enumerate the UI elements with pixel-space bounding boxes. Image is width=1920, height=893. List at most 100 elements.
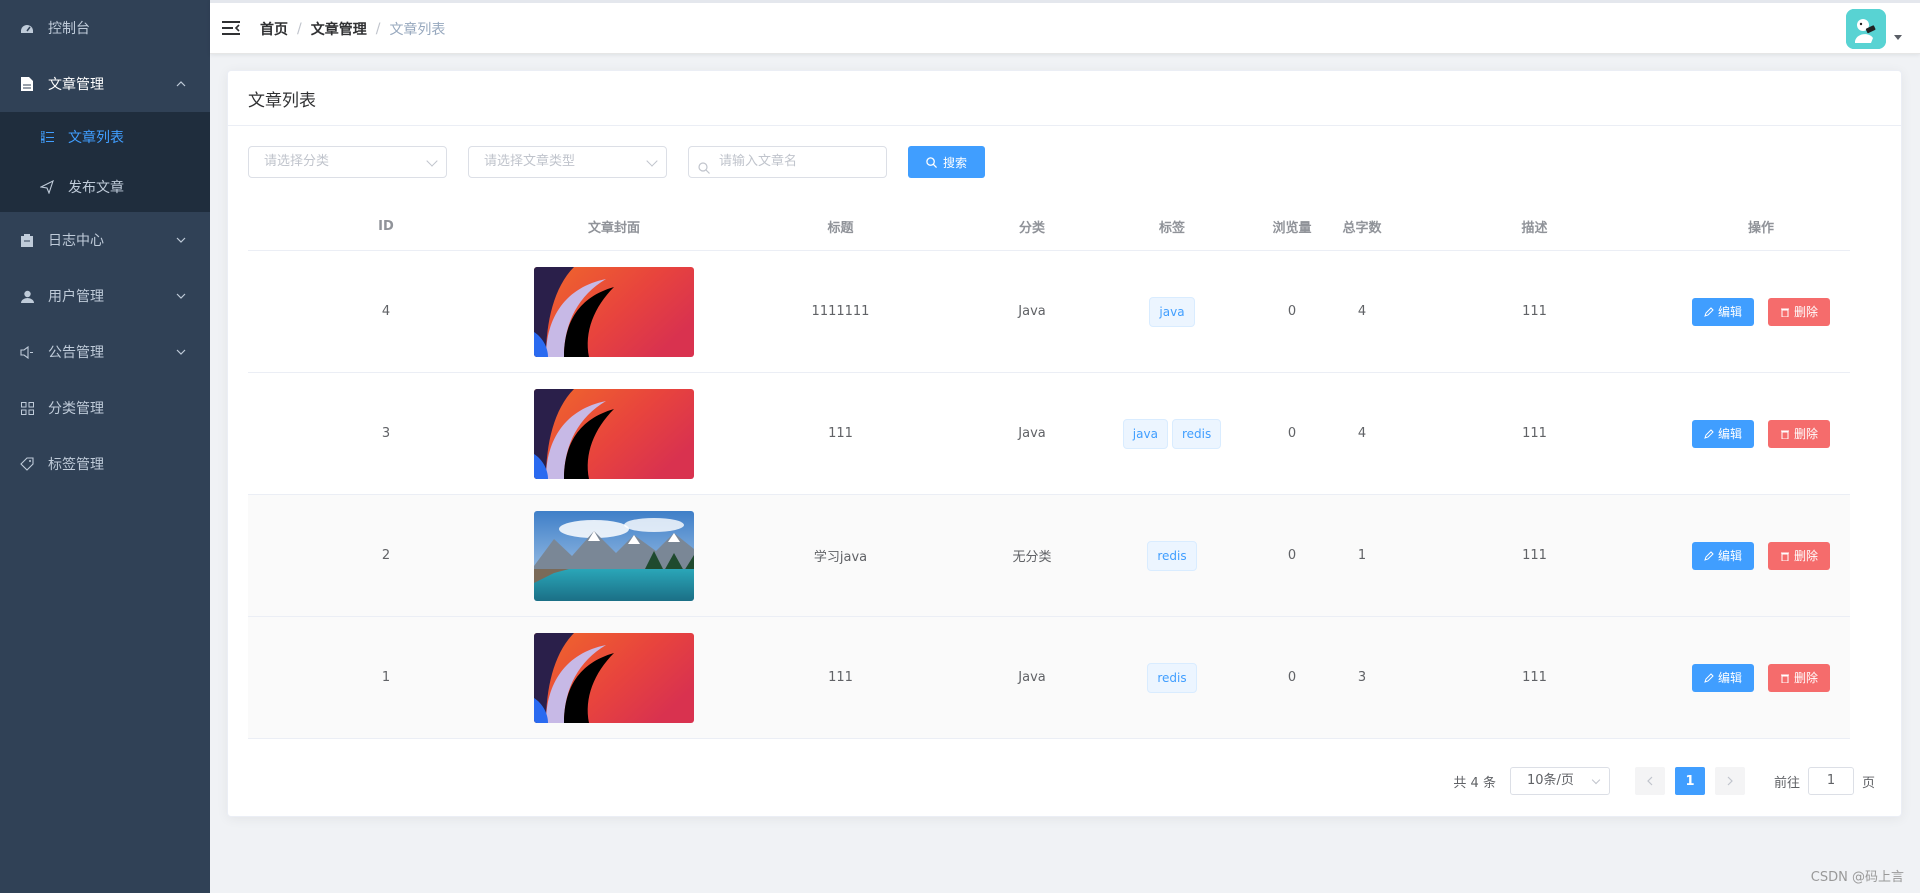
chevron-left-icon	[1647, 776, 1653, 786]
header-cover: 文章封面	[587, 220, 640, 236]
chevron-down-icon	[426, 155, 438, 167]
chevron-right-icon	[1727, 776, 1733, 786]
cell-id: 3	[381, 426, 391, 441]
sidebar-item-dashboard[interactable]: 控制台	[0, 0, 210, 56]
sidebar-item-categories[interactable]: 分类管理	[0, 380, 210, 436]
edit-button[interactable]: 编辑	[1691, 663, 1754, 692]
header-title: 标题	[827, 220, 854, 236]
sidebar-submenu-articles: 文章列表 发布文章	[0, 112, 210, 212]
breadcrumb-current: 文章列表	[389, 22, 446, 38]
edit-button[interactable]: 编辑	[1691, 541, 1754, 570]
menu-toggle-icon[interactable]	[222, 20, 240, 36]
trash-icon	[1781, 552, 1789, 561]
send-icon	[40, 180, 54, 194]
chevron-down-icon	[646, 155, 658, 167]
breadcrumb-separator: /	[375, 21, 381, 37]
dashboard-icon	[20, 21, 34, 35]
delete-button[interactable]: 删除	[1768, 419, 1831, 448]
breadcrumb-home[interactable]: 首页	[260, 19, 288, 39]
sidebar-item-label: 用户管理	[48, 289, 104, 305]
sidebar-item-tags[interactable]: 标签管理	[0, 436, 210, 492]
cell-actions: 编辑 删除	[1672, 541, 1850, 570]
page-size-select[interactable]: 10条/页	[1509, 767, 1610, 795]
edit-icon	[1704, 306, 1714, 317]
table-row: 1 111 Java redis 0 3 111 编辑 删除	[248, 617, 1850, 739]
breadcrumb-separator: /	[297, 21, 302, 37]
sidebar-item-label: 文章列表	[68, 130, 124, 146]
delete-button[interactable]: 删除	[1768, 541, 1831, 570]
edit-button[interactable]: 编辑	[1691, 297, 1754, 326]
cell-tags: redis	[1087, 662, 1257, 693]
cell-description: 111	[1522, 304, 1547, 319]
edit-label: 编辑	[1717, 427, 1742, 441]
page-number-current[interactable]: 1	[1674, 767, 1705, 795]
cell-id: 1	[381, 670, 391, 685]
sidebar-item-logs[interactable]: 日志中心	[0, 212, 210, 268]
delete-button[interactable]: 删除	[1768, 663, 1831, 692]
sidebar-item-label: 控制台	[48, 21, 90, 37]
delete-label: 删除	[1794, 427, 1819, 441]
breadcrumb-articles[interactable]: 文章管理	[311, 19, 367, 39]
sidebar-item-publish-article[interactable]: 发布文章	[0, 162, 210, 212]
tag-badge: java	[1149, 296, 1195, 327]
cell-cover	[524, 632, 704, 723]
cell-words: 1	[1357, 548, 1367, 563]
table-row: 2 学习java 无分类 redis 0 1 111 编辑 删除	[248, 495, 1850, 617]
list-icon	[40, 130, 54, 144]
edit-button[interactable]: 编辑	[1691, 419, 1754, 448]
cell-cover	[524, 510, 704, 601]
header-description: 描述	[1521, 220, 1548, 236]
page-size-value: 10条/页	[1526, 773, 1574, 788]
navbar: 首页 / 文章管理 / 文章列表	[210, 0, 1920, 54]
article-list-card: 文章列表 请选择分类 请选择文章类型 请输入文章名 搜索 ID 文章封面 标题 …	[227, 70, 1902, 817]
delete-label: 删除	[1794, 671, 1819, 685]
trash-icon	[1781, 674, 1789, 683]
cell-category: Java	[1018, 426, 1046, 441]
chevron-down-icon	[174, 345, 188, 359]
delete-button[interactable]: 删除	[1768, 297, 1831, 326]
article-name-input[interactable]: 请输入文章名	[688, 146, 887, 178]
cell-description: 111	[1522, 426, 1547, 441]
edit-icon	[1704, 672, 1714, 683]
goto-suffix: 页	[1861, 775, 1875, 791]
cell-words: 3	[1357, 670, 1367, 685]
cell-tags: java redis	[1087, 418, 1257, 449]
cell-id: 4	[381, 304, 391, 319]
grid-icon	[20, 401, 34, 415]
cell-tags: java	[1087, 296, 1257, 327]
filter-bar: 请选择分类 请选择文章类型 请输入文章名 搜索	[248, 146, 985, 178]
cell-actions: 编辑 删除	[1672, 297, 1850, 326]
article-type-select-placeholder: 请选择文章类型	[484, 154, 576, 169]
edit-icon	[1704, 550, 1714, 561]
next-page-button[interactable]	[1714, 767, 1745, 795]
sidebar-item-users[interactable]: 用户管理	[0, 268, 210, 324]
cell-actions: 编辑 删除	[1672, 419, 1850, 448]
sidebar-item-articles[interactable]: 文章管理	[0, 56, 210, 112]
caret-down-icon[interactable]	[1894, 35, 1902, 40]
cell-description: 111	[1522, 670, 1547, 685]
tag-badge: redis	[1147, 540, 1197, 571]
pagination: 共 4 条 10条/页 1 前往 1 页	[1453, 767, 1875, 795]
sidebar-item-article-list[interactable]: 文章列表	[0, 112, 210, 162]
speaker-icon	[20, 345, 34, 359]
cell-id: 2	[381, 548, 391, 563]
table-row: 4 1111111 Java java 0 4 111 编辑 删除	[248, 251, 1850, 373]
avatar[interactable]	[1846, 9, 1886, 49]
cell-title: 学习java	[813, 550, 868, 565]
tag-icon	[20, 457, 34, 471]
cell-cover	[524, 266, 704, 357]
cover-image-mountain-lake	[534, 510, 694, 601]
breadcrumb: 首页 / 文章管理 / 文章列表	[260, 19, 445, 39]
prev-page-button[interactable]	[1634, 767, 1665, 795]
header-words: 总字数	[1342, 220, 1382, 236]
tag-badge: java	[1122, 418, 1168, 449]
search-icon	[698, 156, 710, 174]
article-type-select[interactable]: 请选择文章类型	[468, 146, 667, 178]
chevron-down-icon	[174, 233, 188, 247]
goto-page-input[interactable]: 1	[1807, 767, 1854, 795]
sidebar-item-announcements[interactable]: 公告管理	[0, 324, 210, 380]
search-button[interactable]: 搜索	[908, 146, 985, 178]
cell-actions: 编辑 删除	[1672, 663, 1850, 692]
category-select[interactable]: 请选择分类	[248, 146, 447, 178]
cell-title: 111	[828, 670, 853, 685]
